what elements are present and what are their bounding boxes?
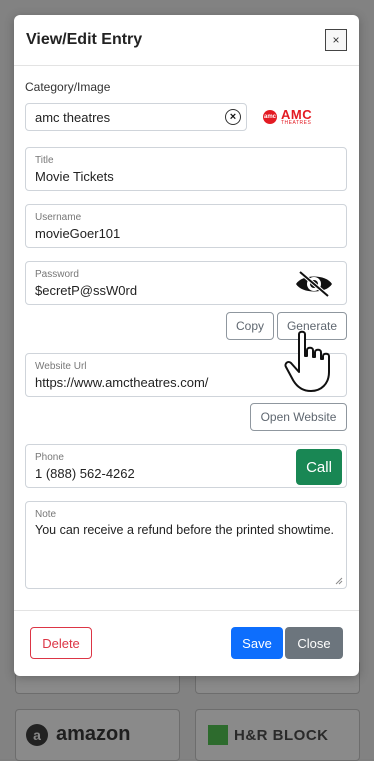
website-value: https://www.amctheatres.com/ bbox=[35, 375, 209, 390]
modal-title: View/Edit Entry bbox=[26, 31, 143, 48]
note-value: You can receive a refund before the prin… bbox=[35, 523, 335, 537]
call-button[interactable]: Call bbox=[296, 449, 342, 485]
hrblock-logo-icon bbox=[208, 725, 228, 745]
hrblock-label: H&R BLOCK bbox=[234, 727, 329, 744]
phone-label: Phone bbox=[35, 452, 64, 463]
title-field[interactable]: Title Movie Tickets bbox=[25, 147, 347, 191]
background-card-hrblock: H&R BLOCK bbox=[195, 709, 360, 761]
hand-pointer-icon bbox=[284, 330, 330, 392]
close-icon[interactable]: × bbox=[325, 29, 347, 51]
phone-value: 1 (888) 562-4262 bbox=[35, 466, 135, 481]
note-label: Note bbox=[35, 509, 57, 520]
phone-field[interactable]: Phone 1 (888) 562-4262 Call bbox=[25, 444, 347, 488]
delete-button[interactable]: Delete bbox=[30, 627, 92, 659]
modal-header: View/Edit Entry × bbox=[14, 15, 359, 66]
category-value: amc theatres bbox=[35, 110, 111, 125]
username-field[interactable]: Username movieGoer101 bbox=[25, 204, 347, 248]
amazon-logo-icon: a bbox=[26, 724, 48, 746]
title-value: Movie Tickets bbox=[35, 169, 114, 184]
title-label: Title bbox=[35, 155, 54, 166]
amc-logo-subtext: THEATRES bbox=[281, 120, 312, 126]
category-input[interactable]: amc theatres × bbox=[25, 103, 247, 131]
password-field[interactable]: Password $ecretP@ssW0rd bbox=[25, 261, 347, 305]
password-label: Password bbox=[35, 269, 79, 280]
password-value: $ecretP@ssW0rd bbox=[35, 283, 138, 298]
username-value: movieGoer101 bbox=[35, 226, 121, 241]
copy-button[interactable]: Copy bbox=[226, 312, 274, 340]
modal-footer: Delete Save Close bbox=[14, 610, 359, 676]
open-website-button[interactable]: Open Website bbox=[250, 403, 347, 431]
username-label: Username bbox=[35, 212, 82, 223]
amc-badge-icon: amc bbox=[263, 110, 277, 124]
amazon-label: amazon bbox=[56, 723, 131, 745]
note-textarea[interactable]: Note You can receive a refund before the… bbox=[25, 501, 347, 589]
amc-logo: amc AMC THEATRES bbox=[263, 108, 312, 126]
website-label: Website Url bbox=[35, 361, 87, 372]
eye-slash-icon[interactable] bbox=[294, 269, 334, 299]
background-card-amazon: a amazon bbox=[15, 709, 180, 761]
close-button[interactable]: Close bbox=[285, 627, 343, 659]
save-button[interactable]: Save bbox=[231, 627, 283, 659]
clear-circle-icon[interactable]: × bbox=[225, 109, 241, 125]
resize-handle-icon[interactable] bbox=[335, 577, 343, 585]
category-label: Category/Image bbox=[25, 80, 111, 94]
